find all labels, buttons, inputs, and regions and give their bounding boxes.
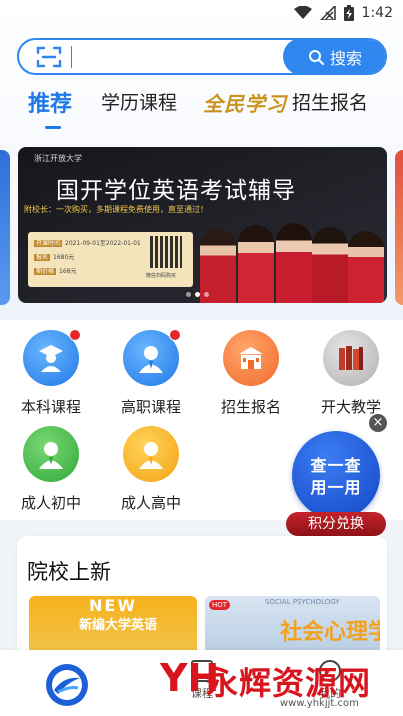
notification-dot xyxy=(169,329,181,341)
banner-line-tag: 期价格 xyxy=(34,268,57,275)
search-button[interactable]: 搜索 xyxy=(283,40,385,73)
entry-adult-senior-high[interactable]: 成人高中 xyxy=(106,426,196,513)
float-line-1: 查一查 xyxy=(310,456,362,475)
qr-label: 微信扫码购买 xyxy=(146,273,177,279)
search-input[interactable] xyxy=(79,44,279,70)
entry-label: 开大教学 xyxy=(320,398,381,416)
tab-recommend[interactable]: 推荐 xyxy=(28,86,72,118)
banner-line-tag: 报名 xyxy=(34,254,51,261)
entry-label: 本科课程 xyxy=(20,398,81,416)
adult-student-icon xyxy=(123,426,179,482)
entry-open-university-teaching[interactable]: 开大教学 xyxy=(306,330,396,417)
notification-dot xyxy=(69,329,81,341)
teachers-photo xyxy=(196,209,386,303)
scan-icon[interactable] xyxy=(36,46,62,68)
banner-line-text: 2021-09-01至2022-01-01 xyxy=(65,240,141,247)
tab-active-indicator xyxy=(45,126,61,129)
status-time: 1:42 xyxy=(361,5,393,21)
entry-label: 招生报名 xyxy=(220,398,281,416)
watermark: YH 永辉资源网 www.yhkjjt.com xyxy=(160,656,400,716)
points-exchange-button[interactable]: 积分兑换 xyxy=(286,512,386,536)
banner-line-text: 1680元 xyxy=(53,254,75,261)
float-line-2: 用一用 xyxy=(310,478,362,497)
promo-banner[interactable]: 浙江开放大学 国开学位英语考试辅导 附校长：一次购买，多期课程免费使用，直至通过… xyxy=(18,147,387,303)
entry-undergraduate-courses[interactable]: 本科课程 xyxy=(6,329,96,417)
banner-subtitle: 附校长：一次购买，多期课程免费使用，直至通过！ xyxy=(24,205,208,214)
banner-info-card: 开课时间 2021-09-01至2022-01-01 报名 1680元 期价格 168… xyxy=(28,232,193,287)
tab-all-learning[interactable]: 全民学习 xyxy=(203,88,287,117)
banner-pagination xyxy=(186,292,209,297)
pagination-dot xyxy=(204,292,209,297)
search-bar[interactable]: 搜索 xyxy=(17,38,387,75)
qr-code xyxy=(150,236,182,268)
books-icon xyxy=(323,330,379,386)
card-tag: SOCIAL PSYCHOLOGY xyxy=(265,598,340,606)
search-button-label: 搜索 xyxy=(329,48,362,68)
entry-label: 成人高中 xyxy=(120,494,181,512)
home-logo-icon[interactable] xyxy=(44,662,90,708)
banner-line-text: 168元 xyxy=(59,268,77,275)
banner-title: 国开学位英语考试辅导 xyxy=(56,178,296,204)
watermark-url: www.yhkjjt.com xyxy=(280,698,359,709)
status-bar: 1:42 xyxy=(0,0,403,28)
pagination-dot-active xyxy=(195,292,200,297)
banner-school-name: 浙江开放大学 xyxy=(34,154,82,163)
section-title: 院校上新 xyxy=(27,560,111,584)
student-icon xyxy=(123,329,181,386)
graduate-icon xyxy=(23,329,81,386)
category-tabs: 推荐 学历课程 全民学习 招生报名 xyxy=(0,88,403,132)
entry-label: 高职课程 xyxy=(120,398,181,416)
school-card[interactable]: HOT SOCIAL PSYCHOLOGY 社会心理学 xyxy=(205,596,380,656)
battery-charging-icon xyxy=(343,5,354,21)
lookup-floating-button[interactable]: 查一查 用一用 xyxy=(292,431,380,519)
card-title: 社会心理学 xyxy=(280,620,380,645)
card-tag: NEW xyxy=(89,596,137,615)
entry-enrollment[interactable]: 招生报名 xyxy=(206,330,296,417)
school-card[interactable]: NEW 新编大学英语 xyxy=(29,596,197,656)
pagination-dot xyxy=(186,292,191,297)
banner-line-tag: 开课时间 xyxy=(34,240,63,247)
search-divider xyxy=(71,46,72,68)
entry-label: 成人初中 xyxy=(20,494,81,512)
wifi-icon xyxy=(293,6,312,19)
close-icon[interactable]: × xyxy=(369,414,387,432)
school-building-icon xyxy=(223,330,279,386)
card-title: 新编大学英语 xyxy=(79,618,158,633)
tab-degree-courses[interactable]: 学历课程 xyxy=(101,88,177,115)
entry-adult-junior-high[interactable]: 成人初中 xyxy=(6,426,96,513)
adult-student-icon xyxy=(23,426,79,482)
tab-enrollment[interactable]: 招生报名 xyxy=(292,88,368,115)
banner-next-peek[interactable] xyxy=(395,150,403,305)
no-signal-icon xyxy=(319,6,336,20)
entry-vocational-courses[interactable]: 高职课程 xyxy=(106,329,196,417)
banner-prev-peek[interactable] xyxy=(0,150,10,305)
search-icon xyxy=(308,49,324,65)
new-schools-section: 院校上新 NEW 新编大学英语 HOT SOCIAL PSYCHOLOGY 社会… xyxy=(17,536,387,656)
hot-badge: HOT xyxy=(209,600,231,610)
